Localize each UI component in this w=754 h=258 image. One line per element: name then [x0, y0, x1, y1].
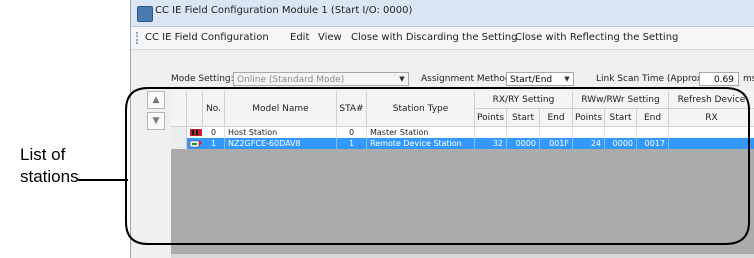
menu-close-reflect[interactable]: Close with Reflecting the Setting	[515, 32, 678, 43]
cell-rx-end: 001F	[540, 138, 573, 149]
header-refresh-device: Refresh Device	[669, 91, 754, 109]
cell-rw-start	[605, 127, 637, 138]
cell-rw-points: 24	[573, 138, 605, 149]
header-rx-points[interactable]: Points	[475, 109, 507, 127]
dropdown-arrow-icon: ▼	[399, 75, 405, 83]
cell-no: 1	[203, 138, 225, 149]
header-rw-points[interactable]: Points	[573, 109, 605, 127]
cell-sta: 1	[337, 138, 367, 149]
horizontal-scrollbar[interactable]	[171, 254, 754, 258]
header-rx-ry-setting: RX/RY Setting	[475, 91, 573, 109]
cell-model-name: NZ2GFCE-60DAV8	[225, 138, 337, 149]
header-icon-column	[187, 91, 203, 127]
menu-close-discard[interactable]: Close with Discarding the Setting	[351, 32, 517, 43]
assignment-method-label: Assignment Method:	[421, 74, 514, 84]
app-window: CC IE Field Configuration Module 1 (Star…	[130, 0, 754, 258]
row-marker	[171, 127, 187, 138]
table-row-host-station[interactable]: 0 Host Station 0 Master Station	[171, 127, 754, 138]
cell-rw-end: 0017	[637, 138, 669, 149]
master-station-icon	[190, 129, 202, 136]
cell-rw-end	[637, 127, 669, 138]
callout-label-line1: List of	[20, 145, 66, 164]
menu-edit[interactable]: Edit	[290, 32, 309, 43]
move-up-button[interactable]: ▲	[147, 91, 165, 109]
callout-label: List of stations	[20, 144, 79, 188]
remote-station-icon	[189, 140, 202, 148]
cell-rx-end	[540, 127, 573, 138]
cell-rx-start: 0000	[507, 138, 540, 149]
header-rw-start[interactable]: Start	[605, 109, 637, 127]
cell-station-type: Remote Device Station	[367, 138, 475, 149]
cell-rx-points: 32	[475, 138, 507, 149]
header-rww-rwr-setting: RWw/RWr Setting	[573, 91, 669, 109]
cell-rx-points	[475, 127, 507, 138]
menu-bar: CC IE Field Configuration Edit View Clos…	[131, 27, 754, 50]
header-refresh-rx[interactable]: RX	[669, 109, 754, 127]
link-scan-time-label: Link Scan Time (Approx.):	[596, 74, 712, 84]
callout-label-line2: stations	[20, 167, 79, 186]
menu-grip-icon	[136, 32, 140, 44]
cell-sta: 0	[337, 127, 367, 138]
mode-setting-label: Mode Setting:	[171, 74, 234, 84]
header-rw-end[interactable]: End	[637, 109, 669, 127]
row-marker	[171, 138, 187, 149]
dropdown-arrow-icon: ▼	[564, 75, 570, 83]
assignment-method-value: Start/End	[510, 75, 553, 85]
scroll-up-icon: ▲	[152, 95, 160, 105]
main-content: Mode Setting: Online (Standard Mode) ▼ A…	[131, 50, 754, 258]
station-list-table: No. Model Name STA# Station Type RX/RY S…	[171, 91, 754, 258]
cell-rw-points	[573, 127, 605, 138]
app-icon	[137, 6, 153, 22]
menu-view[interactable]: View	[318, 32, 342, 43]
callout-leader-line	[78, 179, 128, 181]
title-bar: CC IE Field Configuration Module 1 (Star…	[131, 0, 754, 27]
assignment-method-select[interactable]: Start/End ▼	[506, 72, 574, 86]
header-rx-start[interactable]: Start	[507, 109, 540, 127]
header-corner	[171, 91, 187, 127]
cell-refresh-rx	[669, 127, 754, 138]
cell-no: 0	[203, 127, 225, 138]
header-station-type[interactable]: Station Type	[367, 91, 475, 127]
cell-rw-start: 0000	[605, 138, 637, 149]
cell-station-type: Master Station	[367, 127, 475, 138]
cell-refresh-rx	[669, 138, 754, 149]
move-down-button[interactable]: ▼	[147, 112, 165, 130]
header-rx-end[interactable]: End	[540, 109, 573, 127]
link-scan-time-unit: ms	[743, 74, 754, 84]
menu-cc-ie-field-configuration[interactable]: CC IE Field Configuration	[145, 32, 269, 43]
cell-rx-start	[507, 127, 540, 138]
header-no[interactable]: No.	[203, 91, 225, 127]
mode-setting-value: Online (Standard Mode)	[237, 75, 345, 85]
window-title: CC IE Field Configuration Module 1 (Star…	[155, 5, 413, 16]
scroll-down-icon: ▼	[152, 116, 160, 126]
cell-model-name: Host Station	[225, 127, 337, 138]
header-sta[interactable]: STA#	[337, 91, 367, 127]
header-model-name[interactable]: Model Name	[225, 91, 337, 127]
mode-setting-select[interactable]: Online (Standard Mode) ▼	[233, 72, 409, 86]
table-row-remote-device-station[interactable]: 1 NZ2GFCE-60DAV8 1 Remote Device Station…	[171, 138, 754, 149]
link-scan-time-value: 0.69	[699, 72, 739, 86]
